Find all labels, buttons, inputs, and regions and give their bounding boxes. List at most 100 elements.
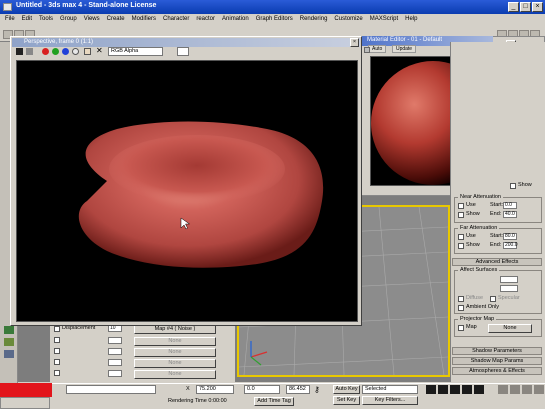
soften-field[interactable] <box>500 285 518 292</box>
slot-none-button-2[interactable]: None <box>134 348 216 357</box>
maxscript-listener[interactable] <box>0 397 50 409</box>
displacement-map-button[interactable]: Map #4 ( Noise ) <box>134 325 216 334</box>
auto-key-button[interactable]: Auto Key <box>333 385 360 394</box>
prev-frame-icon[interactable] <box>438 385 448 394</box>
play-icon[interactable] <box>450 385 460 394</box>
ambient-only-label: Ambient Only <box>466 304 500 310</box>
next-frame-icon[interactable] <box>462 385 472 394</box>
tab-update[interactable]: Update <box>391 45 417 53</box>
far-end-field[interactable]: 200.0 <box>503 242 518 249</box>
orbit-icon[interactable] <box>534 385 544 394</box>
slot-none-button-4[interactable]: None <box>134 370 216 379</box>
projector-map-checkbox[interactable] <box>458 325 464 331</box>
y-coord-field[interactable]: 0.0 <box>244 385 280 394</box>
close-button[interactable]: × <box>532 2 543 12</box>
mat-checkbox[interactable] <box>364 47 370 53</box>
displacement-checkbox[interactable] <box>54 326 60 332</box>
slot-amount-2[interactable] <box>108 348 122 355</box>
advanced-effects-rollout[interactable]: Advanced Effects <box>452 258 542 266</box>
slot-none-button-3[interactable]: None <box>134 359 216 368</box>
color-swatch[interactable] <box>177 47 189 56</box>
goto-end-icon[interactable] <box>474 385 484 394</box>
clear-icon[interactable]: ✕ <box>96 47 105 56</box>
rendered-frame-canvas[interactable] <box>16 60 358 322</box>
menu-maxscript[interactable]: MAXScript <box>370 16 398 26</box>
far-atten-title: Far Attenuation <box>458 225 500 231</box>
menu-views[interactable]: Views <box>84 16 100 26</box>
green-channel-icon[interactable] <box>52 48 59 55</box>
projector-none-button[interactable]: None <box>488 324 532 333</box>
channel-dropdown[interactable]: RGB Alpha <box>108 47 163 56</box>
app-icon <box>3 3 12 11</box>
alpha-channel-icon[interactable] <box>72 48 79 55</box>
slot-amount-1[interactable] <box>108 337 122 344</box>
menu-modifiers[interactable]: Modifiers <box>132 16 156 26</box>
minimize-button[interactable]: _ <box>508 2 519 12</box>
near-start-label: Start: <box>490 202 504 208</box>
menu-rendering[interactable]: Rendering <box>300 16 328 26</box>
near-show-label: Show <box>466 211 480 217</box>
clone-icon[interactable] <box>26 48 33 55</box>
green-tool-icon[interactable] <box>4 326 14 334</box>
save-icon[interactable] <box>16 48 23 55</box>
green-tool-icon-2[interactable] <box>4 338 14 346</box>
shadow-map-params-rollout[interactable]: Shadow Map Params <box>452 357 542 365</box>
slot-checkbox-4[interactable] <box>54 370 60 376</box>
prompt-line <box>66 385 156 394</box>
x-coord-field[interactable]: 75.200 <box>196 385 234 394</box>
tab-auto[interactable]: Auto <box>368 45 387 53</box>
near-start-field[interactable]: 0.0 <box>503 202 517 209</box>
near-end-field[interactable]: 40.0 <box>503 211 517 218</box>
menu-edit[interactable]: Edit <box>22 16 32 26</box>
slot-checkbox-2[interactable] <box>54 348 60 354</box>
pan-icon[interactable] <box>522 385 532 394</box>
near-use-checkbox[interactable] <box>458 203 464 209</box>
shadow-parameters-rollout[interactable]: Shadow Parameters <box>452 347 542 355</box>
projector-map-label: Map <box>466 324 477 330</box>
far-use-checkbox[interactable] <box>458 234 464 240</box>
red-channel-icon[interactable] <box>42 48 49 55</box>
atmospheres-effects-rollout[interactable]: Atmospheres & Effects <box>452 367 542 375</box>
maximize-button[interactable]: □ <box>520 2 531 12</box>
slot-amount-3[interactable] <box>108 359 122 366</box>
key-filters-button[interactable]: Key Filters... <box>362 396 418 405</box>
monochrome-icon[interactable] <box>84 48 91 55</box>
key-icon[interactable]: ⚷ <box>314 386 328 395</box>
set-key-button[interactable]: Set Key <box>333 396 360 405</box>
far-start-field[interactable]: 80.0 <box>503 233 517 240</box>
menu-animation[interactable]: Animation <box>222 16 249 26</box>
add-time-tag-button[interactable]: Add Time Tag <box>254 397 294 406</box>
menu-graph-editors[interactable]: Graph Editors <box>256 16 293 26</box>
z-coord-field[interactable]: 86.452 <box>286 385 310 394</box>
displacement-amount[interactable]: 10 <box>108 325 122 332</box>
slot-none-button-1[interactable]: None <box>134 337 216 346</box>
menu-file[interactable]: File <box>5 16 15 26</box>
menu-reactor[interactable]: reactor <box>196 16 215 26</box>
near-show-checkbox[interactable] <box>458 212 464 218</box>
blue-tool-icon[interactable] <box>4 350 14 358</box>
ambient-only-checkbox[interactable] <box>458 305 464 311</box>
show-checkbox[interactable] <box>510 183 516 189</box>
slot-checkbox-1[interactable] <box>54 337 60 343</box>
specular-checkbox[interactable] <box>490 296 496 302</box>
goto-start-icon[interactable] <box>426 385 436 394</box>
slot-amount-4[interactable] <box>108 370 122 377</box>
diffuse-checkbox[interactable] <box>458 296 464 302</box>
far-start-label: Start: <box>490 233 504 239</box>
menu-customize[interactable]: Customize <box>334 16 362 26</box>
menu-create[interactable]: Create <box>107 16 125 26</box>
blue-channel-icon[interactable] <box>62 48 69 55</box>
near-use-label: Use <box>466 202 476 208</box>
frame-window-title-text: Perspective, frame 0 (1:1) <box>24 39 94 45</box>
menu-help[interactable]: Help <box>405 16 417 26</box>
contrast-field[interactable] <box>500 276 518 283</box>
menu-character[interactable]: Character <box>163 16 189 26</box>
status-red-bar <box>0 383 52 397</box>
zoom-icon[interactable] <box>498 385 508 394</box>
menu-tools[interactable]: Tools <box>39 16 53 26</box>
far-show-checkbox[interactable] <box>458 243 464 249</box>
zoom-all-icon[interactable] <box>510 385 520 394</box>
slot-checkbox-3[interactable] <box>54 359 60 365</box>
selected-dropdown[interactable]: Selected <box>362 385 418 394</box>
menu-group[interactable]: Group <box>60 16 77 26</box>
